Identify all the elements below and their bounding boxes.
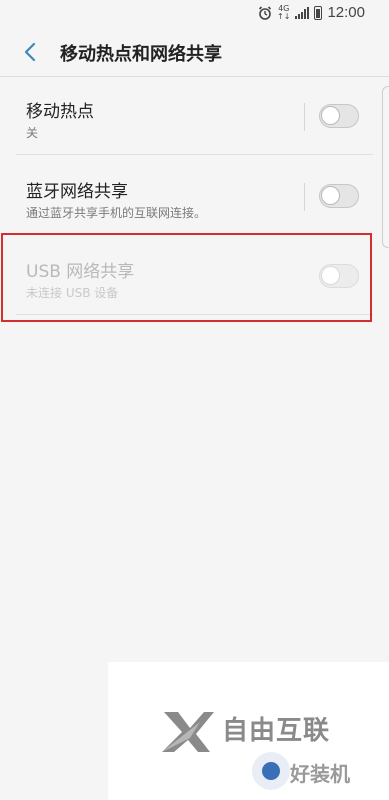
setting-subtitle: 关 bbox=[26, 126, 39, 140]
row-divider bbox=[16, 234, 373, 235]
brand-logo-icon bbox=[162, 712, 214, 752]
signal-icon bbox=[295, 6, 310, 19]
toggle-knob bbox=[321, 266, 340, 285]
status-icons: 4G ↑↓ 12:00 bbox=[258, 4, 365, 21]
mobile-hotspot-toggle[interactable] bbox=[319, 104, 359, 128]
usb-tethering-toggle bbox=[319, 264, 359, 288]
app-header: 移动热点和网络共享 bbox=[0, 28, 389, 76]
row-divider bbox=[16, 314, 373, 315]
vertical-divider bbox=[304, 183, 305, 211]
watermark-brand-text: 自由互联 bbox=[222, 716, 331, 746]
watermark-secondary-text: 好装机 bbox=[290, 762, 350, 786]
alarm-icon bbox=[258, 5, 272, 20]
watermark-circle-icon bbox=[252, 752, 290, 790]
setting-subtitle: 通过蓝牙共享手机的互联网连接。 bbox=[26, 206, 207, 220]
setting-row-mobile-hotspot[interactable]: 移动热点 关 bbox=[0, 77, 389, 155]
bluetooth-tethering-toggle[interactable] bbox=[319, 184, 359, 208]
setting-title: 移动热点 bbox=[26, 102, 94, 122]
page-title: 移动热点和网络共享 bbox=[60, 44, 222, 65]
toggle-knob bbox=[321, 186, 340, 205]
vertical-divider bbox=[304, 103, 305, 131]
chevron-left-icon[interactable] bbox=[22, 42, 40, 62]
toggle-knob bbox=[321, 106, 340, 125]
setting-row-bluetooth-tethering[interactable]: 蓝牙网络共享 通过蓝牙共享手机的互联网连接。 bbox=[0, 157, 389, 235]
status-bar: 4G ↑↓ 12:00 bbox=[0, 0, 389, 28]
setting-title: 蓝牙网络共享 bbox=[26, 182, 128, 202]
setting-row-usb-tethering: USB 网络共享 未连接 USB 设备 bbox=[0, 237, 389, 315]
row-divider bbox=[16, 154, 373, 155]
battery-icon bbox=[314, 5, 323, 20]
clock: 12:00 bbox=[327, 4, 365, 21]
network-type-label: 4G ↑↓ bbox=[277, 3, 291, 21]
setting-title: USB 网络共享 bbox=[26, 262, 135, 282]
setting-subtitle: 未连接 USB 设备 bbox=[26, 286, 119, 300]
